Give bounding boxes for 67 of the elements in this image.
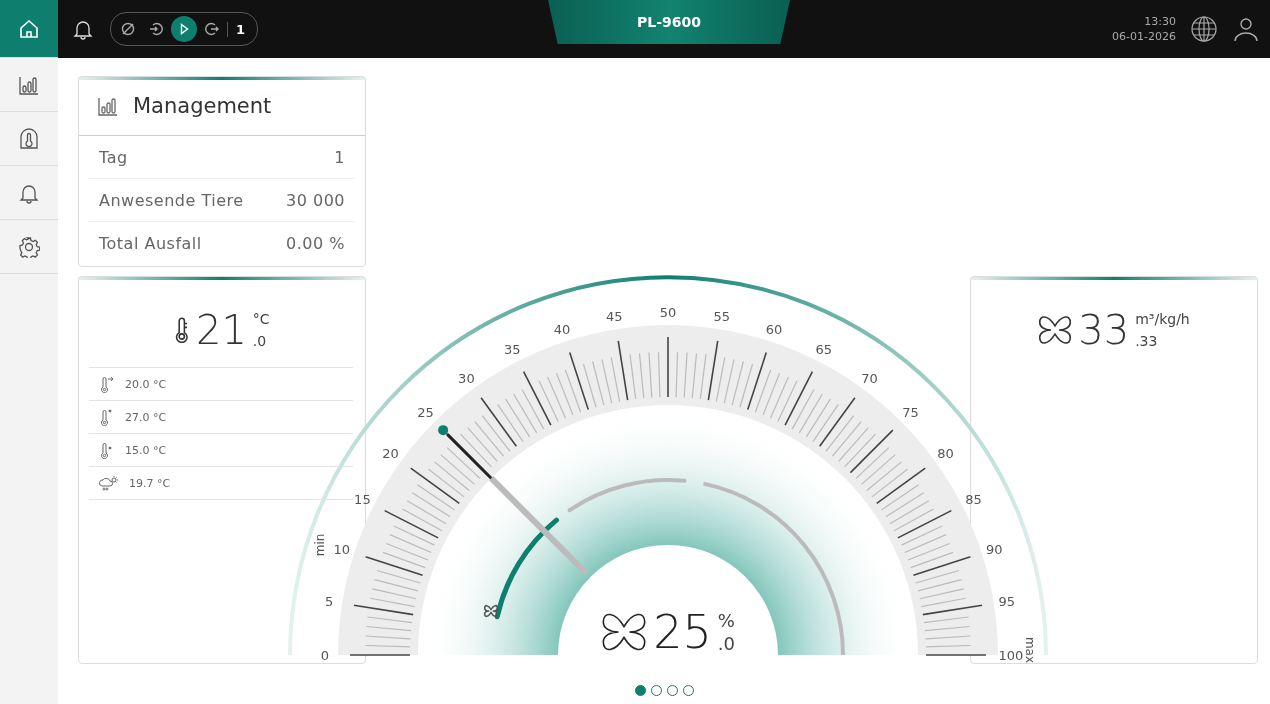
gauge-tick-label: 80 (937, 446, 954, 462)
temperature-value: 20.0 °C (125, 377, 167, 391)
gauge-tick-label: 95 (998, 594, 1016, 610)
row-value: 30 000 (286, 190, 345, 210)
reading-value: 25 (653, 605, 712, 659)
temperature-value: 27.0 °C (125, 410, 167, 424)
page-dot[interactable] (634, 685, 646, 696)
card-title: Management (133, 94, 272, 118)
row-value: 0.00 % (286, 233, 345, 253)
thermometer-icon (174, 317, 190, 343)
home-icon (18, 17, 40, 40)
bell-icon (72, 18, 94, 40)
page-dot[interactable] (650, 685, 662, 696)
temperature-value: 19.7 °C (129, 476, 171, 490)
mode-count: 1 (227, 21, 254, 37)
max-label: max (1023, 636, 1037, 663)
gauge-tick-label: 5 (325, 594, 334, 610)
gauge-tick-label: 20 (382, 446, 399, 462)
fan-icon (1038, 313, 1073, 347)
thermometer-house-icon (18, 127, 40, 150)
unit-label: % (717, 610, 735, 631)
page-dot[interactable] (682, 685, 694, 696)
min-label: min (313, 533, 327, 557)
gauge-tick-label: 50 (659, 305, 677, 320)
exit-arrow-icon (203, 20, 221, 38)
temperature-value: 15.0 °C (125, 443, 167, 457)
globe-icon[interactable] (1190, 15, 1218, 43)
fan-icon (483, 604, 499, 618)
gauge-tick-label: 75 (902, 405, 919, 421)
row-label: Tag (99, 147, 128, 167)
gauge-tick-label: 100 (998, 648, 1024, 663)
row-label: Total Ausfall (99, 233, 202, 253)
row-value: 1 (334, 147, 345, 167)
gauge-tick-label: 90 (985, 542, 1003, 557)
settings-icon (18, 235, 40, 258)
decimal-value: .0 (252, 333, 268, 349)
reading-value: 33 (1078, 307, 1130, 353)
gauge-tick-label: 10 (333, 542, 351, 557)
unit-label: °C (252, 311, 270, 327)
user-icon[interactable] (1232, 15, 1260, 43)
page-dot[interactable] (666, 685, 678, 696)
gauge-tick-label: 30 (458, 370, 475, 386)
reading-value: 21 (195, 307, 247, 353)
thermometer-arrow-icon (99, 375, 115, 393)
gauge-tick-label: 40 (553, 321, 571, 337)
gauge-tick-label: 70 (861, 370, 878, 386)
cloud-sun-icon (99, 475, 119, 491)
clock-time: 13:30 (1144, 14, 1176, 29)
gauge-tick-label: 0 (320, 648, 330, 663)
sidebar-item[interactable] (0, 0, 58, 58)
gauge-tick-label: 15 (354, 492, 371, 508)
slash-circle-icon (119, 20, 137, 38)
clock-date: 06-01-2026 (1112, 29, 1176, 44)
unit-label: m³/kg/h (1135, 311, 1190, 327)
bar-chart-icon (97, 95, 119, 117)
enter-arrow-icon (147, 20, 165, 38)
decimal-value: .0 (717, 633, 735, 654)
mode-button[interactable] (171, 16, 197, 42)
row-label: Anwesende Tiere (99, 190, 244, 210)
gauge-tick-label: 60 (765, 321, 783, 337)
gauge-tick-label: 85 (965, 492, 982, 508)
gauge-tick-label: 55 (713, 309, 730, 325)
decimal-value: .33 (1135, 333, 1159, 349)
gauge-tick-label: 25 (417, 405, 434, 421)
gauge-tick-label: 45 (606, 309, 623, 325)
gauge-tick-label: 35 (504, 342, 521, 358)
gauge-tick-label: 65 (815, 342, 832, 358)
